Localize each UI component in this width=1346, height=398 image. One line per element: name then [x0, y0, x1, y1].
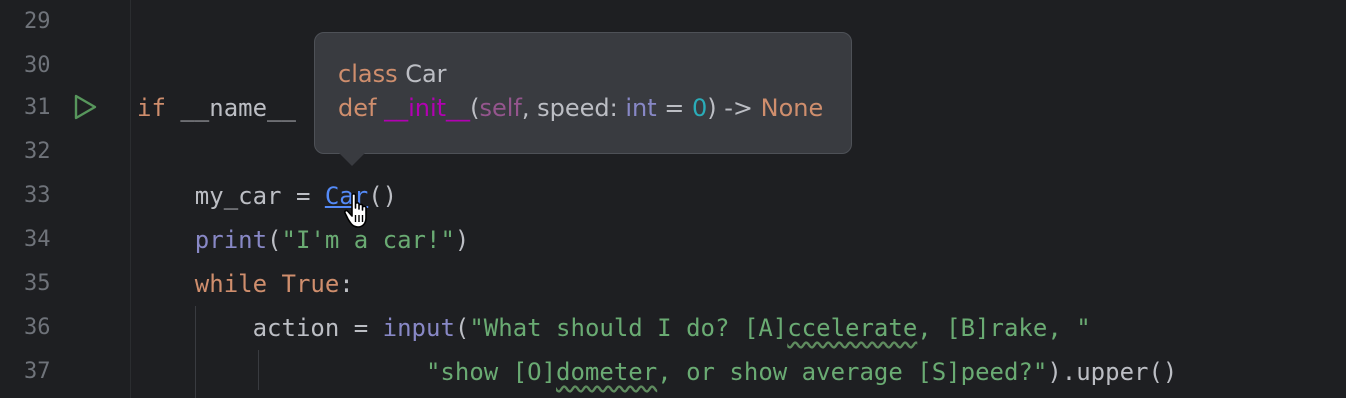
- type-int: int: [625, 94, 657, 122]
- code-text: __name__: [165, 94, 311, 122]
- keyword-if: if: [137, 94, 166, 122]
- dunder-init: __init__: [384, 94, 471, 122]
- code-text: ).upper(): [1047, 358, 1178, 386]
- keyword-class: class: [338, 60, 398, 88]
- code-text: :: [339, 270, 354, 298]
- gutter: 29 30 31 32 33 34 35 36 37: [0, 0, 130, 398]
- code-line-34[interactable]: print("I'm a car!"): [137, 218, 470, 262]
- line-number: 35: [24, 271, 51, 296]
- code-text: =: [656, 94, 692, 122]
- code-line-31[interactable]: if __name__: [137, 86, 310, 130]
- code-line-36[interactable]: action = input("What should I do? [A]cce…: [137, 306, 1091, 350]
- gutter-divider: [130, 0, 131, 398]
- keyword-true: True: [281, 270, 340, 298]
- line-number: 30: [24, 53, 51, 78]
- code-text: ) ->: [707, 94, 761, 122]
- default-value: 0: [691, 94, 708, 122]
- run-gutter-icon[interactable]: [72, 94, 98, 120]
- line-number: 33: [24, 183, 51, 208]
- line-number: 34: [24, 227, 51, 252]
- builtin-input: input: [382, 314, 455, 342]
- line-number: 31: [24, 95, 51, 120]
- string-literal: "What should I do? [A]: [469, 314, 788, 342]
- keyword-def: def: [338, 94, 377, 122]
- keyword-while: while: [194, 270, 268, 298]
- class-name: Car: [397, 60, 447, 88]
- code-line-35[interactable]: while True:: [137, 262, 354, 306]
- typo-warning-text[interactable]: dometer: [556, 358, 657, 386]
- code-text: action =: [252, 314, 383, 342]
- string-literal: "show [O]: [425, 358, 557, 386]
- hand-pointer-icon: [343, 193, 367, 228]
- tooltip-init-signature: def __init__(self, speed: int = 0) -> No…: [338, 91, 823, 125]
- quick-documentation-popup[interactable]: class Car def __init__(self, speed: int …: [314, 32, 852, 154]
- string-literal: , [B]rake, ": [917, 314, 1091, 342]
- code-text: (: [267, 226, 282, 254]
- tooltip-class-signature: class Car: [338, 57, 447, 91]
- line-number: 29: [24, 9, 51, 34]
- typo-warning-text[interactable]: ccelerate: [787, 314, 917, 342]
- param-self: self: [479, 94, 522, 122]
- code-text: my_car =: [194, 182, 325, 210]
- line-number: 32: [24, 139, 51, 164]
- tooltip-arrow: [338, 152, 366, 166]
- code-editor[interactable]: 29 30 31 32 33 34 35 36 37 if __name__ m…: [0, 0, 1346, 398]
- code-text: , speed:: [521, 94, 626, 122]
- line-number: 36: [24, 315, 51, 340]
- code-line-37[interactable]: "show [O]dometer, or show average [S]pee…: [137, 350, 1177, 394]
- line-number: 37: [24, 359, 51, 384]
- string-literal: , or show average [S]peed?": [657, 358, 1048, 386]
- return-type-none: None: [760, 94, 824, 122]
- code-text: (: [454, 314, 470, 342]
- builtin-print: print: [194, 226, 268, 254]
- code-text: ): [454, 226, 470, 254]
